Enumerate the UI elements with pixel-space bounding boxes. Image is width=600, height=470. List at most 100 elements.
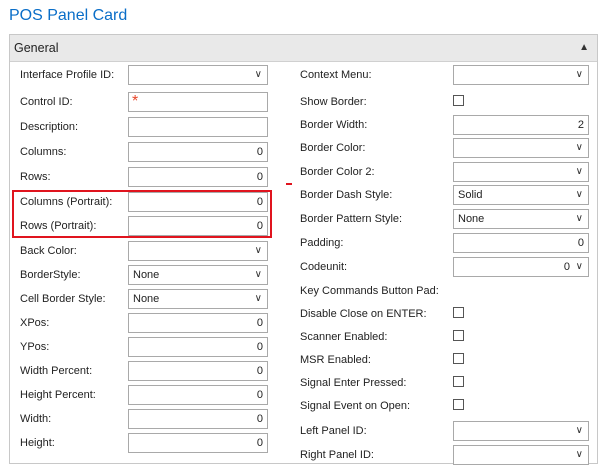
height-percent-input[interactable]: 0 (128, 385, 268, 405)
field-row-control-id: Control ID: * (20, 92, 270, 112)
cell-border-style-value: None (133, 293, 160, 305)
field-row-msr-enabled: MSR Enabled: (300, 350, 590, 370)
scanner-enabled-checkbox[interactable] (453, 330, 464, 341)
field-row-cell-border-style: Cell Border Style: None ∨ (20, 289, 270, 309)
width-percent-input[interactable]: 0 (128, 361, 268, 381)
field-row-border-color-2: Border Color 2: ∨ (300, 162, 590, 182)
field-row-signal-enter-pressed: Signal Enter Pressed: (300, 373, 590, 393)
field-row-context-menu: Context Menu: ∨ (300, 65, 590, 85)
chevron-up-icon[interactable]: ▲ (579, 35, 589, 61)
border-color-label: Border Color: (300, 142, 366, 154)
msr-enabled-checkbox[interactable] (453, 353, 464, 364)
signal-enter-pressed-label: Signal Enter Pressed: (300, 377, 407, 389)
chevron-down-icon[interactable]: ∨ (576, 422, 583, 440)
context-menu-label: Context Menu: (300, 69, 372, 81)
rows-input[interactable]: 0 (128, 167, 268, 187)
field-row-border-pattern-style: Border Pattern Style: None ∨ (300, 209, 590, 229)
description-label: Description: (20, 121, 79, 133)
control-id-input[interactable]: * (128, 92, 268, 112)
field-row-columns: Columns: 0 (20, 142, 270, 162)
field-row-key-commands-button-pad: Key Commands Button Pad: (300, 281, 590, 301)
field-row-disable-close-on-enter: Disable Close on ENTER: (300, 304, 590, 324)
field-row-height-percent: Height Percent: 0 (20, 385, 270, 405)
field-row-left-panel-id: Left Panel ID: ∨ (300, 421, 590, 441)
field-row-xpos: XPos: 0 (20, 313, 270, 333)
border-dash-style-dropdown[interactable]: Solid ∨ (453, 185, 589, 205)
height-input[interactable]: 0 (128, 433, 268, 453)
field-row-border-width: Border Width: 2 (300, 115, 590, 135)
ypos-input[interactable]: 0 (128, 337, 268, 357)
field-row-height: Height: 0 (20, 433, 270, 453)
codeunit-lookup[interactable]: 0 ∨ (453, 257, 589, 277)
chevron-down-icon[interactable]: ∨ (255, 290, 262, 308)
back-color-label: Back Color: (20, 245, 77, 257)
border-pattern-style-label: Border Pattern Style: (300, 213, 403, 225)
chevron-down-icon[interactable]: ∨ (576, 446, 583, 464)
right-panel-id-label: Right Panel ID: (300, 449, 374, 461)
description-input[interactable] (128, 117, 268, 137)
disable-close-on-enter-checkbox[interactable] (453, 307, 464, 318)
field-row-padding: Padding: 0 (300, 233, 590, 253)
highlight-box (12, 190, 272, 238)
padding-input[interactable]: 0 (453, 233, 589, 253)
border-width-input[interactable]: 2 (453, 115, 589, 135)
interface-profile-id-dropdown[interactable]: ∨ (128, 65, 268, 85)
interface-profile-id-label: Interface Profile ID: (20, 69, 115, 81)
cell-border-style-dropdown[interactable]: None ∨ (128, 289, 268, 309)
xpos-input[interactable]: 0 (128, 313, 268, 333)
signal-enter-pressed-checkbox[interactable] (453, 376, 464, 387)
codeunit-label: Codeunit: (300, 261, 348, 273)
back-color-dropdown[interactable]: ∨ (128, 241, 268, 261)
key-commands-button-pad-label: Key Commands Button Pad: (300, 285, 439, 297)
page-title: POS Panel Card (9, 7, 128, 24)
control-id-label: Control ID: (20, 96, 73, 108)
border-dash-style-value: Solid (458, 189, 483, 201)
width-input[interactable]: 0 (128, 409, 268, 429)
field-row-right-panel-id: Right Panel ID: ∨ (300, 445, 590, 465)
borderstyle-value: None (133, 269, 160, 281)
border-color-dropdown[interactable]: ∨ (453, 138, 589, 158)
field-row-signal-event-on-open: Signal Event on Open: (300, 396, 590, 416)
field-row-width: Width: 0 (20, 409, 270, 429)
chevron-down-icon[interactable]: ∨ (255, 242, 262, 260)
field-row-show-border: Show Border: (300, 92, 590, 112)
width-percent-label: Width Percent: (20, 365, 93, 377)
borderstyle-dropdown[interactable]: None ∨ (128, 265, 268, 285)
scanner-enabled-label: Scanner Enabled: (300, 331, 388, 343)
show-border-checkbox[interactable] (453, 95, 464, 106)
context-menu-dropdown[interactable]: ∨ (453, 65, 589, 85)
field-row-width-percent: Width Percent: 0 (20, 361, 270, 381)
msr-enabled-label: MSR Enabled: (300, 354, 371, 366)
columns-input[interactable]: 0 (128, 142, 268, 162)
section-header-general[interactable]: General ▲ (10, 35, 597, 62)
field-row-description: Description: (20, 117, 270, 137)
border-pattern-style-dropdown[interactable]: None ∨ (453, 209, 589, 229)
field-row-ypos: YPos: 0 (20, 337, 270, 357)
chevron-down-icon[interactable]: ∨ (576, 139, 583, 157)
chevron-down-icon[interactable]: ∨ (576, 258, 583, 276)
chevron-down-icon[interactable]: ∨ (576, 66, 583, 84)
disable-close-on-enter-label: Disable Close on ENTER: (300, 308, 427, 320)
field-row-back-color: Back Color: ∨ (20, 241, 270, 261)
border-color-2-label: Border Color 2: (300, 166, 375, 178)
red-mark (286, 183, 292, 185)
ypos-label: YPos: (20, 341, 50, 353)
chevron-down-icon[interactable]: ∨ (255, 66, 262, 84)
border-dash-style-label: Border Dash Style: (300, 189, 393, 201)
chevron-down-icon[interactable]: ∨ (576, 163, 583, 181)
chevron-down-icon[interactable]: ∨ (576, 210, 583, 228)
right-panel-id-dropdown[interactable]: ∨ (453, 445, 589, 465)
border-color-2-dropdown[interactable]: ∨ (453, 162, 589, 182)
chevron-down-icon[interactable]: ∨ (255, 266, 262, 284)
field-row-interface-profile-id: Interface Profile ID: ∨ (20, 65, 270, 85)
chevron-down-icon[interactable]: ∨ (576, 186, 583, 204)
xpos-label: XPos: (20, 317, 50, 329)
left-panel-id-dropdown[interactable]: ∨ (453, 421, 589, 441)
border-pattern-style-value: None (458, 213, 485, 225)
field-row-rows: Rows: 0 (20, 167, 270, 187)
show-border-label: Show Border: (300, 96, 367, 108)
field-row-border-color: Border Color: ∨ (300, 138, 590, 158)
height-percent-label: Height Percent: (20, 389, 96, 401)
height-label: Height: (20, 437, 55, 449)
signal-event-on-open-checkbox[interactable] (453, 399, 464, 410)
